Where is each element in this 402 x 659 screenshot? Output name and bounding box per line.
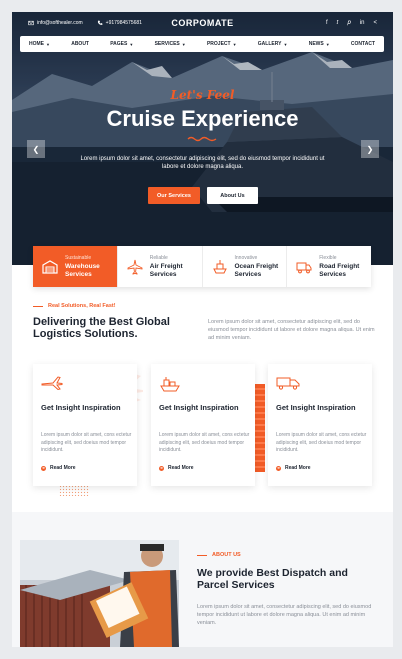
about-tagline: ABOUT US: [197, 552, 241, 558]
intro-tagline: Real Solutions, Real Fast!: [33, 303, 116, 309]
chevron-down-icon: ▼: [129, 41, 134, 47]
service-tag: Sustainable: [65, 255, 92, 261]
service-name-line2: Services: [149, 270, 177, 278]
service-tag: Reliable: [149, 255, 168, 261]
worker-with-clipboard-image: [20, 540, 179, 647]
services-strip: Sustainable Warehouse Services Reliable …: [33, 246, 371, 287]
service-name-line1: Ocean Freight: [234, 263, 279, 270]
service-ocean-freight[interactable]: Innovative Ocean Freight Services: [203, 246, 288, 287]
nav-item-gallery[interactable]: GALLERY ▼: [258, 41, 288, 47]
nav-item-project[interactable]: PROJECT ▼: [207, 41, 237, 47]
main-navigation: HOME ▼ ABOUT PAGES ▼ SERVICES ▼ PROJECT ▼ GA…: [20, 36, 384, 52]
service-name-line2: Services: [234, 270, 262, 278]
nav-item-about[interactable]: ABOUT: [71, 41, 89, 47]
service-name-line1: Air Freight: [149, 263, 183, 270]
arrow-right-icon: ➜: [276, 465, 281, 471]
chevron-down-icon: ▼: [46, 41, 50, 47]
slider-next-button[interactable]: ❯: [361, 140, 379, 158]
service-tag: Innovative: [234, 255, 258, 261]
about-title: We provide Best Dispatch and Parcel Serv…: [197, 567, 348, 591]
feature-card: Get Insight Inspiration Lorem ipsum dolo…: [151, 364, 255, 486]
service-name-line1: Road Freight: [319, 263, 360, 270]
nav-item-services[interactable]: SERVICES ▼: [155, 41, 186, 47]
brand-logo[interactable]: CORPOMATE: [12, 18, 393, 28]
airplane-icon: [127, 259, 143, 275]
read-more-link[interactable]: ➜ Read More: [41, 465, 76, 471]
card-description: Lorem ipsum dolor sit amet, cons ectetur…: [41, 432, 132, 453]
slider-prev-button[interactable]: ❮: [27, 140, 45, 158]
read-more-link[interactable]: ➜ Read More: [276, 465, 311, 471]
chevron-down-icon: ▼: [325, 41, 330, 47]
wave-divider-icon: [187, 136, 217, 142]
service-tag: Flexible: [319, 255, 337, 261]
nav-item-pages[interactable]: PAGES ▼: [110, 41, 133, 47]
warehouse-icon: [42, 259, 58, 274]
tagline-divider: [33, 305, 43, 307]
about-image: [20, 540, 179, 647]
about-us-button[interactable]: About Us: [207, 187, 258, 204]
chevron-left-icon: ❮: [32, 144, 40, 154]
card-title: Get Insight Inspiration: [159, 403, 239, 412]
hero-description: Lorem ipsum dolor sit amet, consectetur …: [80, 156, 325, 170]
read-more-link[interactable]: ➜ Read More: [159, 465, 194, 471]
chevron-down-icon: ▼: [181, 41, 186, 47]
card-description: Lorem ipsum dolor sit amet, cons ectetur…: [276, 432, 367, 453]
page-frame: info@softhealer.com +917984575681 CORPOM…: [12, 12, 393, 647]
chevron-down-icon: ▼: [283, 41, 288, 47]
service-road-freight[interactable]: Flexible Road Freight Services: [287, 246, 371, 287]
hero-section: info@softhealer.com +917984575681 CORPOM…: [12, 12, 393, 265]
feature-card: Get Insight Inspiration Lorem ipsum dolo…: [268, 364, 372, 486]
truck-icon: [296, 262, 312, 273]
hero-title: Cruise Experience: [106, 106, 299, 131]
service-name-line2: Services: [319, 270, 346, 278]
hero-subtitle: Let's Feel: [170, 88, 235, 102]
service-name-line2: Services: [65, 270, 92, 278]
card-title: Get Insight Inspiration: [41, 403, 121, 412]
about-description: Lorem ipsum dolor sit amet, consectetur …: [197, 604, 372, 626]
arrow-right-icon: ➜: [41, 465, 46, 471]
truck-icon: [276, 377, 300, 390]
nav-item-home[interactable]: HOME ▼: [29, 41, 50, 47]
card-title: Get Insight Inspiration: [276, 403, 356, 412]
decorative-stripe: [254, 384, 265, 472]
nav-item-contact[interactable]: CONTACT: [351, 41, 375, 47]
chevron-down-icon: ▼: [232, 41, 237, 47]
feature-card: Get Insight Inspiration Lorem ipsum dolo…: [33, 364, 137, 486]
intro-title: Delivering the Best Global Logistics Sol…: [33, 316, 170, 340]
our-services-button[interactable]: Our Services: [148, 187, 200, 204]
chevron-right-icon: ❯: [366, 144, 374, 154]
tagline-divider: [197, 554, 207, 556]
top-bar: info@softhealer.com +917984575681 CORPOM…: [12, 12, 393, 34]
service-warehouse[interactable]: Sustainable Warehouse Services: [33, 246, 118, 287]
service-air-freight[interactable]: Reliable Air Freight Services: [118, 246, 203, 287]
airplane-icon: [41, 376, 63, 390]
card-description: Lorem ipsum dolor sit amet, cons ectetur…: [159, 432, 250, 453]
arrow-right-icon: ➜: [159, 465, 164, 471]
service-name-line1: Warehouse: [65, 263, 100, 270]
intro-description: Lorem ipsum dolor sit amet, consectetur …: [208, 319, 375, 341]
nav-item-news[interactable]: NEWS ▼: [309, 41, 330, 47]
ship-icon: [212, 259, 227, 273]
cargo-ship-icon: [160, 377, 180, 392]
